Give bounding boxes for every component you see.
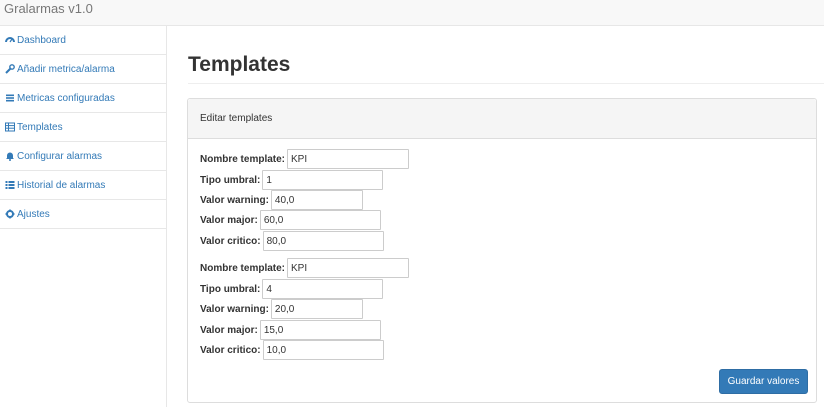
sidebar-item-configure-alarms[interactable]: Configurar alarmas <box>0 142 166 171</box>
warning-value-label: Valor warning: <box>200 303 269 315</box>
template-1-name-input[interactable] <box>287 149 410 169</box>
sidebar-item-label: Templates <box>17 121 63 133</box>
threshold-type-label: Tipo umbral: <box>200 174 261 186</box>
template-2-major-row: Valor major: <box>200 320 381 340</box>
sidebar: Dashboard Añadir metrica/alarma Metricas… <box>0 26 167 407</box>
bell-icon <box>4 151 15 162</box>
sidebar-item-label: Dashboard <box>17 34 66 46</box>
panel-heading: Editar templates <box>188 99 816 139</box>
sidebar-item-configured-metrics[interactable]: Metricas configuradas <box>0 84 166 113</box>
table-icon <box>4 122 15 133</box>
template-1-critical-row: Valor critico: <box>200 231 384 251</box>
sidebar-item-templates[interactable]: Templates <box>0 113 166 142</box>
template-2-name-row: Nombre template: <box>200 258 410 278</box>
template-2-major-input[interactable] <box>259 320 381 340</box>
sidebar-item-label: Historial de alarmas <box>17 179 106 191</box>
wrench-icon <box>4 64 15 75</box>
app-brand[interactable]: Gralarmas v1.0 <box>4 1 93 16</box>
template-name-label: Nombre template: <box>200 153 286 165</box>
edit-templates-panel: Editar templates Nombre template: Tipo u… <box>187 98 817 403</box>
history-list-icon <box>4 180 15 191</box>
template-1-warning-row: Valor warning: <box>200 190 363 210</box>
sidebar-item-dashboard[interactable]: Dashboard <box>0 26 166 55</box>
template-1-type-row: Tipo umbral: <box>200 170 384 190</box>
template-2-threshold-type-input[interactable] <box>262 279 384 299</box>
gear-icon <box>4 209 15 220</box>
template-1-threshold-type-input[interactable] <box>262 170 384 190</box>
sidebar-item-settings[interactable]: Ajustes <box>0 200 166 229</box>
warning-value-label: Valor warning: <box>200 194 269 206</box>
title-divider <box>188 83 824 84</box>
dashboard-icon <box>4 35 15 46</box>
template-2-warning-input[interactable] <box>270 299 363 319</box>
threshold-type-label: Tipo umbral: <box>200 283 261 295</box>
template-name-label: Nombre template: <box>200 262 286 274</box>
template-1-major-row: Valor major: <box>200 210 381 230</box>
list-icon <box>4 93 15 104</box>
sidebar-item-alarm-history[interactable]: Historial de alarmas <box>0 171 166 200</box>
critical-value-label: Valor critico: <box>200 344 261 356</box>
sidebar-item-label: Configurar alarmas <box>17 150 103 162</box>
page-title: Templates <box>188 53 291 76</box>
sidebar-item-add-metric[interactable]: Añadir metrica/alarma <box>0 55 166 84</box>
sidebar-item-label: Ajustes <box>17 208 50 220</box>
template-1-name-row: Nombre template: <box>200 149 410 169</box>
template-1-warning-input[interactable] <box>270 190 363 210</box>
template-2-critical-row: Valor critico: <box>200 340 384 360</box>
critical-value-label: Valor critico: <box>200 235 261 247</box>
major-value-label: Valor major: <box>200 324 258 336</box>
top-navbar: Gralarmas v1.0 <box>0 0 824 26</box>
template-2-warning-row: Valor warning: <box>200 299 363 319</box>
template-1-major-input[interactable] <box>259 210 381 230</box>
sidebar-item-label: Metricas configuradas <box>17 92 115 104</box>
template-2-critical-input[interactable] <box>262 340 384 360</box>
template-2-name-input[interactable] <box>287 258 410 278</box>
major-value-label: Valor major: <box>200 214 258 226</box>
template-1-critical-input[interactable] <box>262 231 384 251</box>
template-2-type-row: Tipo umbral: <box>200 279 384 299</box>
save-values-button[interactable]: Guardar valores <box>719 369 808 394</box>
sidebar-item-label: Añadir metrica/alarma <box>17 63 115 75</box>
